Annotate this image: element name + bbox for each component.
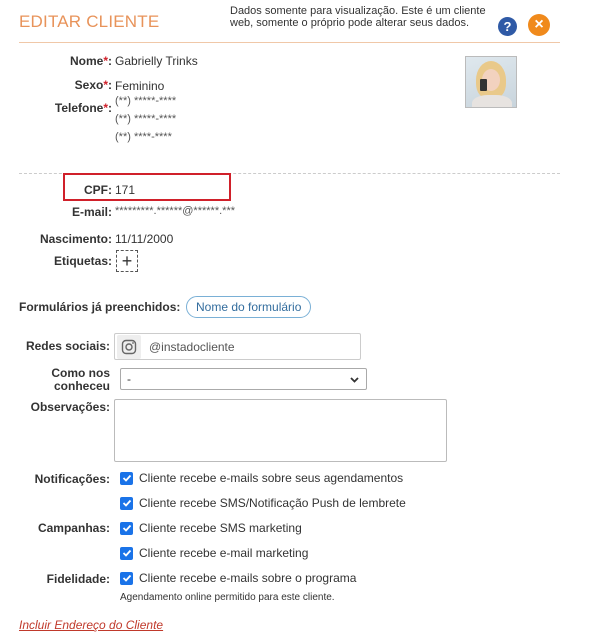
phone-value: (**) *****-****	[115, 95, 177, 107]
loyalty-option[interactable]: Cliente recebe e-mails sobre o programa	[120, 571, 356, 585]
source-label: Como nos conheceu	[51, 366, 110, 393]
birth-label: Nascimento:	[39, 232, 112, 246]
close-icon: ×	[534, 16, 544, 33]
checkbox-checked[interactable]	[120, 571, 133, 585]
campaigns-label: Campanhas:	[37, 521, 110, 535]
cpf-value: 171	[115, 183, 136, 197]
loyalty-label: Fidelidade:	[46, 572, 110, 586]
add-address-link[interactable]: Incluir Endereço do Cliente	[19, 618, 163, 632]
notes-label: Observações:	[30, 400, 110, 414]
sex-label: Sexo*:	[74, 78, 112, 92]
instagram-input[interactable]	[147, 338, 347, 355]
add-tag-button[interactable]: +	[116, 250, 138, 272]
name-label: Nome*:	[69, 54, 112, 68]
sex-value: Feminino	[115, 79, 165, 93]
help-button[interactable]: ?	[498, 17, 517, 36]
cpf-label: CPF:	[84, 183, 112, 197]
phone-value: (**) *****-****	[115, 113, 177, 125]
source-select[interactable]: -	[120, 368, 367, 390]
page-title: EDITAR CLIENTE	[19, 12, 160, 31]
close-button[interactable]: ×	[528, 14, 550, 36]
notification-option[interactable]: Cliente recebe SMS/Notificação Push de l…	[120, 496, 406, 510]
form-name-pill[interactable]: Nome do formulário	[186, 296, 312, 318]
instagram-field	[114, 333, 361, 360]
client-avatar	[465, 56, 517, 108]
instagram-icon	[117, 334, 141, 359]
view-only-notice: Dados somente para visualização. Este é …	[230, 5, 486, 29]
email-value: *********.******@******.***	[115, 205, 236, 217]
checkbox-checked[interactable]	[120, 546, 133, 560]
phone-label: Telefone*:	[54, 101, 112, 115]
tags-label: Etiquetas:	[53, 254, 112, 268]
checkbox-checked[interactable]	[120, 471, 133, 485]
name-value: Gabrielly Trinks	[115, 54, 198, 68]
checkbox-checked[interactable]	[120, 521, 133, 535]
header-divider	[19, 42, 560, 43]
email-label: E-mail:	[71, 205, 112, 219]
checkbox-checked[interactable]	[120, 496, 133, 510]
source-selected-value: -	[127, 372, 131, 386]
birth-value: 11/11/2000	[115, 232, 174, 246]
plus-icon: +	[121, 250, 133, 271]
notification-option[interactable]: Cliente recebe e-mails sobre seus agenda…	[120, 471, 403, 485]
social-label: Redes sociais:	[25, 339, 110, 353]
forms-label: Formulários já preenchidos:	[19, 300, 181, 314]
question-icon: ?	[503, 19, 512, 34]
campaign-option[interactable]: Cliente recebe e-mail marketing	[120, 546, 308, 560]
chevron-down-icon	[350, 377, 359, 383]
campaign-option[interactable]: Cliente recebe SMS marketing	[120, 521, 302, 535]
online-booking-note: Agendamento online permitido para este c…	[120, 592, 335, 603]
phone-value: (**) ****-****	[115, 131, 172, 143]
notifications-label: Notificações:	[34, 472, 110, 486]
notes-textarea[interactable]	[114, 399, 447, 462]
